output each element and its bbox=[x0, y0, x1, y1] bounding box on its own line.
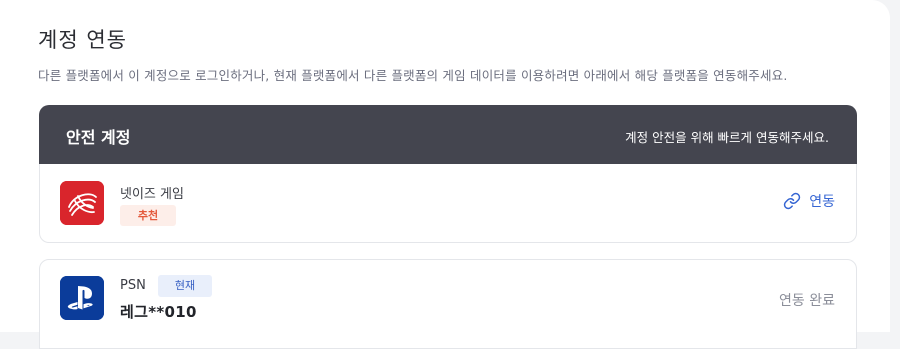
platform-card-netease: 넷이즈 게임 추천 연동 bbox=[39, 164, 857, 243]
account-link-panel: 계정 연동 다른 플랫폼에서 이 계정으로 로그인하거나, 현재 플랫폼에서 다… bbox=[0, 0, 890, 349]
current-badge: 현재 bbox=[158, 275, 212, 297]
recommend-badge: 추천 bbox=[120, 205, 176, 226]
platform-name-psn: PSN bbox=[120, 278, 146, 293]
platform-name-netease: 넷이즈 게임 bbox=[120, 187, 184, 202]
page-title: 계정 연동 bbox=[38, 28, 127, 52]
link-netease-button[interactable]: 연동 bbox=[783, 191, 835, 211]
link-icon bbox=[783, 192, 801, 210]
safe-account-hint: 계정 안전을 위해 빠르게 연동해주세요. bbox=[625, 130, 829, 145]
safe-account-header: 안전 계정 계정 안전을 위해 빠르게 연동해주세요. bbox=[39, 105, 857, 164]
page-description: 다른 플랫폼에서 이 계정으로 로그인하거나, 현재 플랫폼에서 다른 플랫폼의… bbox=[38, 68, 788, 83]
link-status-done: 연동 완료 bbox=[779, 293, 835, 309]
link-button-label: 연동 bbox=[809, 194, 835, 210]
playstation-logo-icon bbox=[60, 276, 104, 320]
netease-logo-icon bbox=[60, 181, 104, 225]
safe-account-title: 안전 계정 bbox=[66, 128, 131, 147]
psn-account-id: 레그**010 bbox=[120, 303, 197, 321]
platform-card-psn: PSN 현재 레그**010 연동 완료 bbox=[39, 259, 857, 349]
